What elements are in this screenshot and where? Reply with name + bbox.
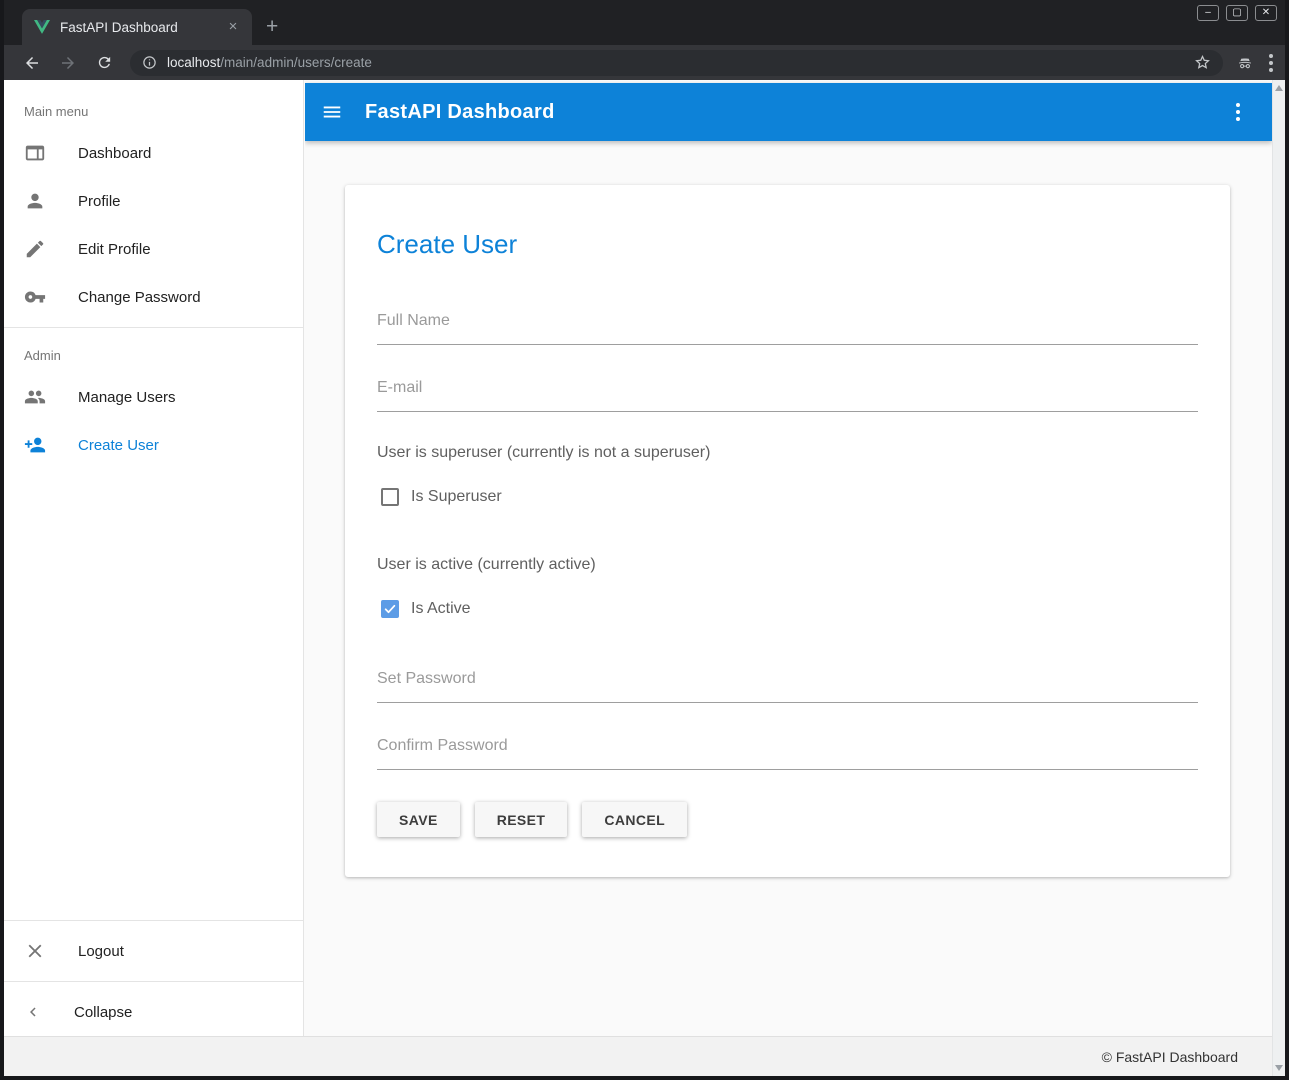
new-tab-button[interactable]: + [266, 9, 278, 45]
url-host: localhost [167, 55, 220, 70]
reset-button[interactable]: RESET [475, 802, 568, 837]
forward-icon[interactable] [55, 50, 81, 76]
tab-close-icon[interactable]: × [224, 18, 242, 36]
reload-icon[interactable] [91, 50, 117, 76]
appbar-menu-icon[interactable] [1220, 94, 1256, 130]
sidebar-item-label: Edit Profile [78, 241, 151, 258]
sidebar-item-profile[interactable]: Profile [4, 177, 303, 225]
browser-tab[interactable]: FastAPI Dashboard × [22, 9, 252, 45]
sidebar-item-logout[interactable]: Logout [4, 927, 303, 975]
browser-menu-icon[interactable] [1269, 54, 1273, 72]
is-active-checkbox-row[interactable]: Is Active [377, 600, 1198, 618]
sidebar: Main menu Dashboard Profile Edit Profile… [4, 80, 304, 1036]
back-icon[interactable] [19, 50, 45, 76]
sidebar-item-change-password[interactable]: Change Password [4, 273, 303, 321]
create-user-card: Create User User is superuser (currently… [345, 185, 1230, 877]
incognito-icon [1235, 54, 1255, 72]
window-controls: – ▢ ✕ [1197, 5, 1277, 21]
chevron-left-icon [24, 1003, 42, 1021]
scroll-up-icon[interactable] [1275, 85, 1283, 91]
tab-strip: FastAPI Dashboard × + – ▢ ✕ [4, 0, 1285, 45]
sidebar-divider [4, 981, 303, 982]
page-scrollbar[interactable] [1272, 80, 1285, 1076]
sidebar-item-dashboard[interactable]: Dashboard [4, 129, 303, 177]
save-button[interactable]: SAVE [377, 802, 460, 837]
site-info-icon[interactable] [142, 55, 157, 70]
bookmark-star-icon[interactable] [1194, 54, 1211, 71]
maximize-button[interactable]: ▢ [1226, 5, 1248, 21]
sidebar-item-label: Change Password [78, 289, 201, 306]
confirm-password-field[interactable] [377, 735, 1198, 770]
url-text: localhost/main/admin/users/create [167, 55, 1194, 70]
vue-logo-icon [34, 20, 50, 34]
set-password-group [377, 668, 1198, 703]
page-title: Create User [377, 229, 1198, 260]
minimize-button[interactable]: – [1197, 5, 1219, 21]
pencil-icon [24, 238, 46, 260]
confirm-password-group [377, 735, 1198, 770]
active-help-text: User is active (currently active) [377, 556, 1198, 574]
app-title: FastAPI Dashboard [365, 101, 555, 124]
person-icon [24, 190, 46, 212]
is-superuser-checkbox-row[interactable]: Is Superuser [377, 488, 1198, 506]
close-icon [24, 940, 46, 962]
full-name-field[interactable] [377, 310, 1198, 345]
cancel-button[interactable]: CANCEL [582, 802, 687, 837]
browser-toolbar: localhost/main/admin/users/create [4, 45, 1285, 80]
url-path: /main/admin/users/create [220, 55, 372, 70]
address-bar[interactable]: localhost/main/admin/users/create [130, 50, 1223, 76]
toolbar-right [1235, 54, 1273, 72]
people-icon [24, 386, 46, 408]
sidebar-section-main-menu: Main menu [24, 104, 303, 119]
app-footer: © FastAPI Dashboard [4, 1036, 1272, 1076]
sidebar-item-label: Dashboard [78, 145, 151, 162]
tab-title: FastAPI Dashboard [60, 20, 224, 35]
sidebar-item-label: Profile [78, 193, 121, 210]
is-active-label: Is Active [411, 600, 471, 618]
email-field[interactable] [377, 377, 1198, 412]
footer-text: © FastAPI Dashboard [1102, 1049, 1238, 1065]
hamburger-menu-icon[interactable] [321, 101, 343, 123]
sidebar-item-label: Create User [78, 437, 159, 454]
person-add-icon [24, 434, 46, 456]
sidebar-divider [4, 920, 303, 921]
set-password-field[interactable] [377, 668, 1198, 703]
is-superuser-label: Is Superuser [411, 488, 502, 506]
sidebar-item-label: Logout [78, 943, 124, 960]
app-bar: FastAPI Dashboard [305, 83, 1272, 141]
sidebar-item-create-user[interactable]: Create User [4, 421, 303, 469]
sidebar-item-edit-profile[interactable]: Edit Profile [4, 225, 303, 273]
key-icon [24, 286, 46, 308]
browser-window: FastAPI Dashboard × + – ▢ ✕ localhost/ma… [0, 0, 1289, 1080]
main-area: FastAPI Dashboard Create User User is su… [305, 80, 1272, 1036]
email-group [377, 377, 1198, 412]
is-superuser-checkbox[interactable] [381, 488, 399, 506]
sidebar-item-label: Manage Users [78, 389, 176, 406]
sidebar-section-admin: Admin [24, 348, 303, 363]
dashboard-icon [24, 142, 46, 164]
close-window-button[interactable]: ✕ [1255, 5, 1277, 21]
sidebar-item-manage-users[interactable]: Manage Users [4, 373, 303, 421]
is-active-checkbox[interactable] [381, 600, 399, 618]
sidebar-divider [4, 327, 303, 328]
full-name-group [377, 310, 1198, 345]
scroll-down-icon[interactable] [1275, 1065, 1283, 1071]
page-content: Main menu Dashboard Profile Edit Profile… [4, 80, 1272, 1076]
form-buttons: SAVE RESET CANCEL [377, 802, 1198, 837]
superuser-help-text: User is superuser (currently is not a su… [377, 444, 1198, 462]
sidebar-item-label: Collapse [74, 1004, 132, 1021]
sidebar-item-collapse[interactable]: Collapse [4, 988, 303, 1036]
